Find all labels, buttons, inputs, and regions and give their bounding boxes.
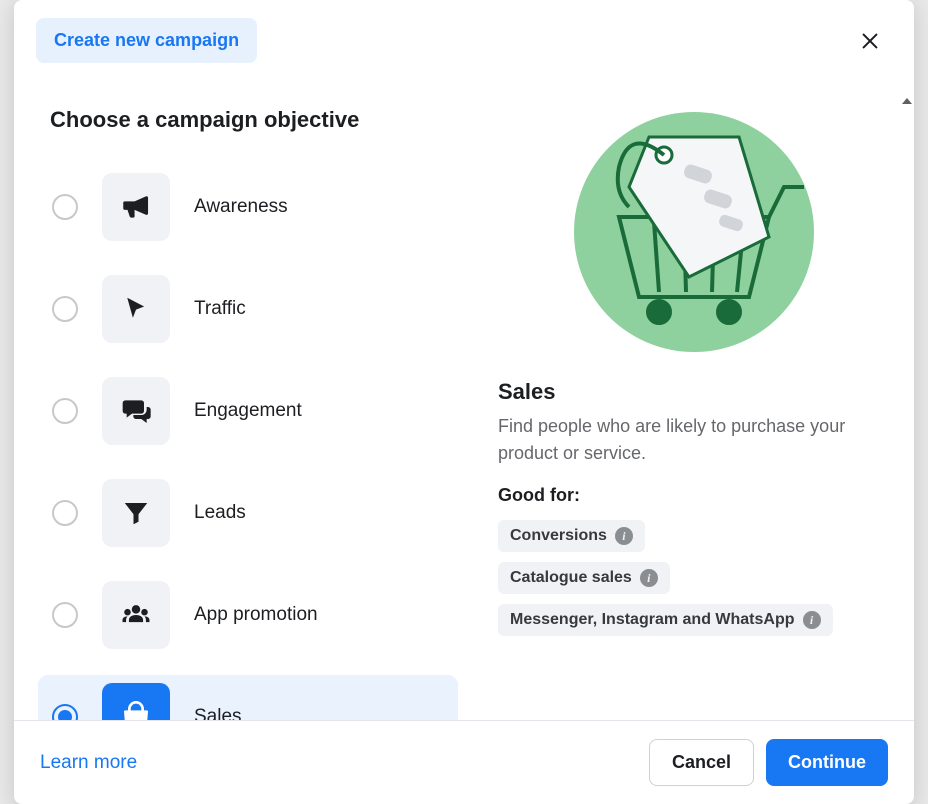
info-icon[interactable]: i — [615, 527, 633, 545]
objectives-column: Choose a campaign objective Awareness Tr… — [38, 107, 458, 720]
cursor-icon — [102, 275, 170, 343]
objective-app-promotion[interactable]: App promotion — [38, 573, 458, 657]
close-button[interactable] — [854, 25, 886, 57]
objective-engagement[interactable]: Engagement — [38, 369, 458, 453]
campaign-modal: Create new campaign Choose a campaign ob… — [14, 0, 914, 804]
detail-title: Sales — [498, 379, 890, 405]
objective-label: Sales — [194, 706, 242, 720]
good-for-label: Good for: — [498, 485, 890, 506]
shopping-bag-icon — [102, 683, 170, 720]
objective-label: Traffic — [194, 298, 246, 320]
objective-label: Leads — [194, 502, 246, 524]
radio-sales[interactable] — [52, 704, 78, 720]
tags-list: Conversions i Catalogue sales i Messenge… — [498, 520, 890, 636]
modal-footer: Learn more Cancel Continue — [14, 720, 914, 804]
learn-more-link[interactable]: Learn more — [40, 752, 137, 774]
tag-catalogue-sales: Catalogue sales i — [498, 562, 670, 594]
tag-conversions: Conversions i — [498, 520, 645, 552]
objective-label: Engagement — [194, 400, 302, 422]
funnel-icon — [102, 479, 170, 547]
people-icon — [102, 581, 170, 649]
continue-button[interactable]: Continue — [766, 739, 888, 786]
section-title: Choose a campaign objective — [50, 107, 458, 133]
objective-leads[interactable]: Leads — [38, 471, 458, 555]
tag-label: Conversions — [510, 527, 607, 545]
comments-icon — [102, 377, 170, 445]
radio-traffic[interactable] — [52, 296, 78, 322]
tag-label: Catalogue sales — [510, 569, 632, 587]
objective-label: App promotion — [194, 604, 318, 626]
scroll-up-icon — [902, 98, 912, 104]
cancel-button[interactable]: Cancel — [649, 739, 754, 786]
sales-illustration — [569, 107, 819, 357]
radio-awareness[interactable] — [52, 194, 78, 220]
radio-app-promotion[interactable] — [52, 602, 78, 628]
objective-sales[interactable]: Sales — [38, 675, 458, 720]
objective-label: Awareness — [194, 196, 288, 218]
info-icon[interactable]: i — [640, 569, 658, 587]
footer-buttons: Cancel Continue — [649, 739, 888, 786]
modal-body: Choose a campaign objective Awareness Tr… — [14, 77, 914, 720]
objective-traffic[interactable]: Traffic — [38, 267, 458, 351]
objectives-list: Awareness Traffic Engagement — [38, 165, 458, 720]
tag-messaging-apps: Messenger, Instagram and WhatsApp i — [498, 604, 833, 636]
detail-column: Sales Find people who are likely to purc… — [498, 107, 890, 720]
megaphone-icon — [102, 173, 170, 241]
info-icon[interactable]: i — [803, 611, 821, 629]
tag-label: Messenger, Instagram and WhatsApp — [510, 611, 795, 629]
detail-description: Find people who are likely to purchase y… — [498, 413, 890, 467]
modal-header: Create new campaign — [14, 0, 914, 77]
close-icon — [859, 30, 881, 52]
radio-leads[interactable] — [52, 500, 78, 526]
radio-engagement[interactable] — [52, 398, 78, 424]
create-campaign-tab[interactable]: Create new campaign — [36, 18, 257, 63]
objective-awareness[interactable]: Awareness — [38, 165, 458, 249]
scrollbar[interactable] — [900, 98, 914, 720]
